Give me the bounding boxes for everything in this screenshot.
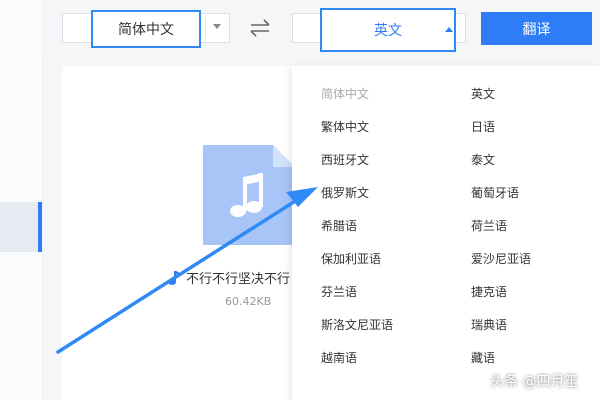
language-option[interactable]: 藏语 xyxy=(471,349,495,366)
chevron-down-icon[interactable] xyxy=(213,24,221,29)
target-language-highlight[interactable]: 英文 xyxy=(320,8,456,52)
file-name-text: 不行不行坚决不行 xyxy=(186,272,291,287)
language-option[interactable]: 泰文 xyxy=(471,151,495,168)
source-language-highlight[interactable]: 简体中文 xyxy=(91,10,201,48)
target-language-value: 英文 xyxy=(374,23,402,39)
watermark: 头条 @四月笙 xyxy=(490,374,579,390)
language-option[interactable]: 芬兰语 xyxy=(321,283,357,300)
language-option[interactable]: 斯洛文尼亚语 xyxy=(321,316,393,333)
audio-file-icon xyxy=(203,145,295,245)
language-option[interactable]: 爱沙尼亚语 xyxy=(471,250,531,267)
language-option[interactable]: 繁体中文 xyxy=(321,118,369,135)
language-option[interactable]: 瑞典语 xyxy=(471,316,507,333)
language-option[interactable]: 荷兰语 xyxy=(471,217,507,234)
file-name: 不行不行坚决不行 xyxy=(165,268,293,287)
language-option[interactable]: 越南语 xyxy=(321,349,357,366)
language-option[interactable]: 日语 xyxy=(471,118,495,135)
chevron-up-icon[interactable] xyxy=(445,27,453,32)
language-option[interactable]: 捷克语 xyxy=(471,283,507,300)
language-option[interactable]: 英文 xyxy=(471,85,495,102)
language-option-disabled: 简体中文 xyxy=(321,87,370,101)
language-option[interactable]: 希腊语 xyxy=(321,217,357,234)
music-note-icon xyxy=(168,270,180,285)
sidebar-active-item[interactable] xyxy=(0,202,40,252)
language-option[interactable]: 西班牙文 xyxy=(321,151,369,168)
file-size: 60.42KB xyxy=(225,295,272,308)
target-language-dropdown: 简体中文 繁体中文 西班牙文 俄罗斯文 希腊语 保加利亚语 芬兰语 斯洛文尼亚语… xyxy=(292,66,600,400)
source-select-divider xyxy=(205,18,206,38)
language-option[interactable]: 葡萄牙语 xyxy=(471,184,519,201)
source-language-value: 简体中文 xyxy=(118,22,174,38)
language-option[interactable]: 俄罗斯文 xyxy=(321,184,369,201)
sidebar-active-indicator xyxy=(38,202,42,252)
language-option[interactable]: 保加利亚语 xyxy=(321,250,381,267)
left-sidebar xyxy=(0,0,43,400)
swap-icon[interactable] xyxy=(249,18,271,38)
translate-button[interactable]: 翻译 xyxy=(481,12,592,45)
